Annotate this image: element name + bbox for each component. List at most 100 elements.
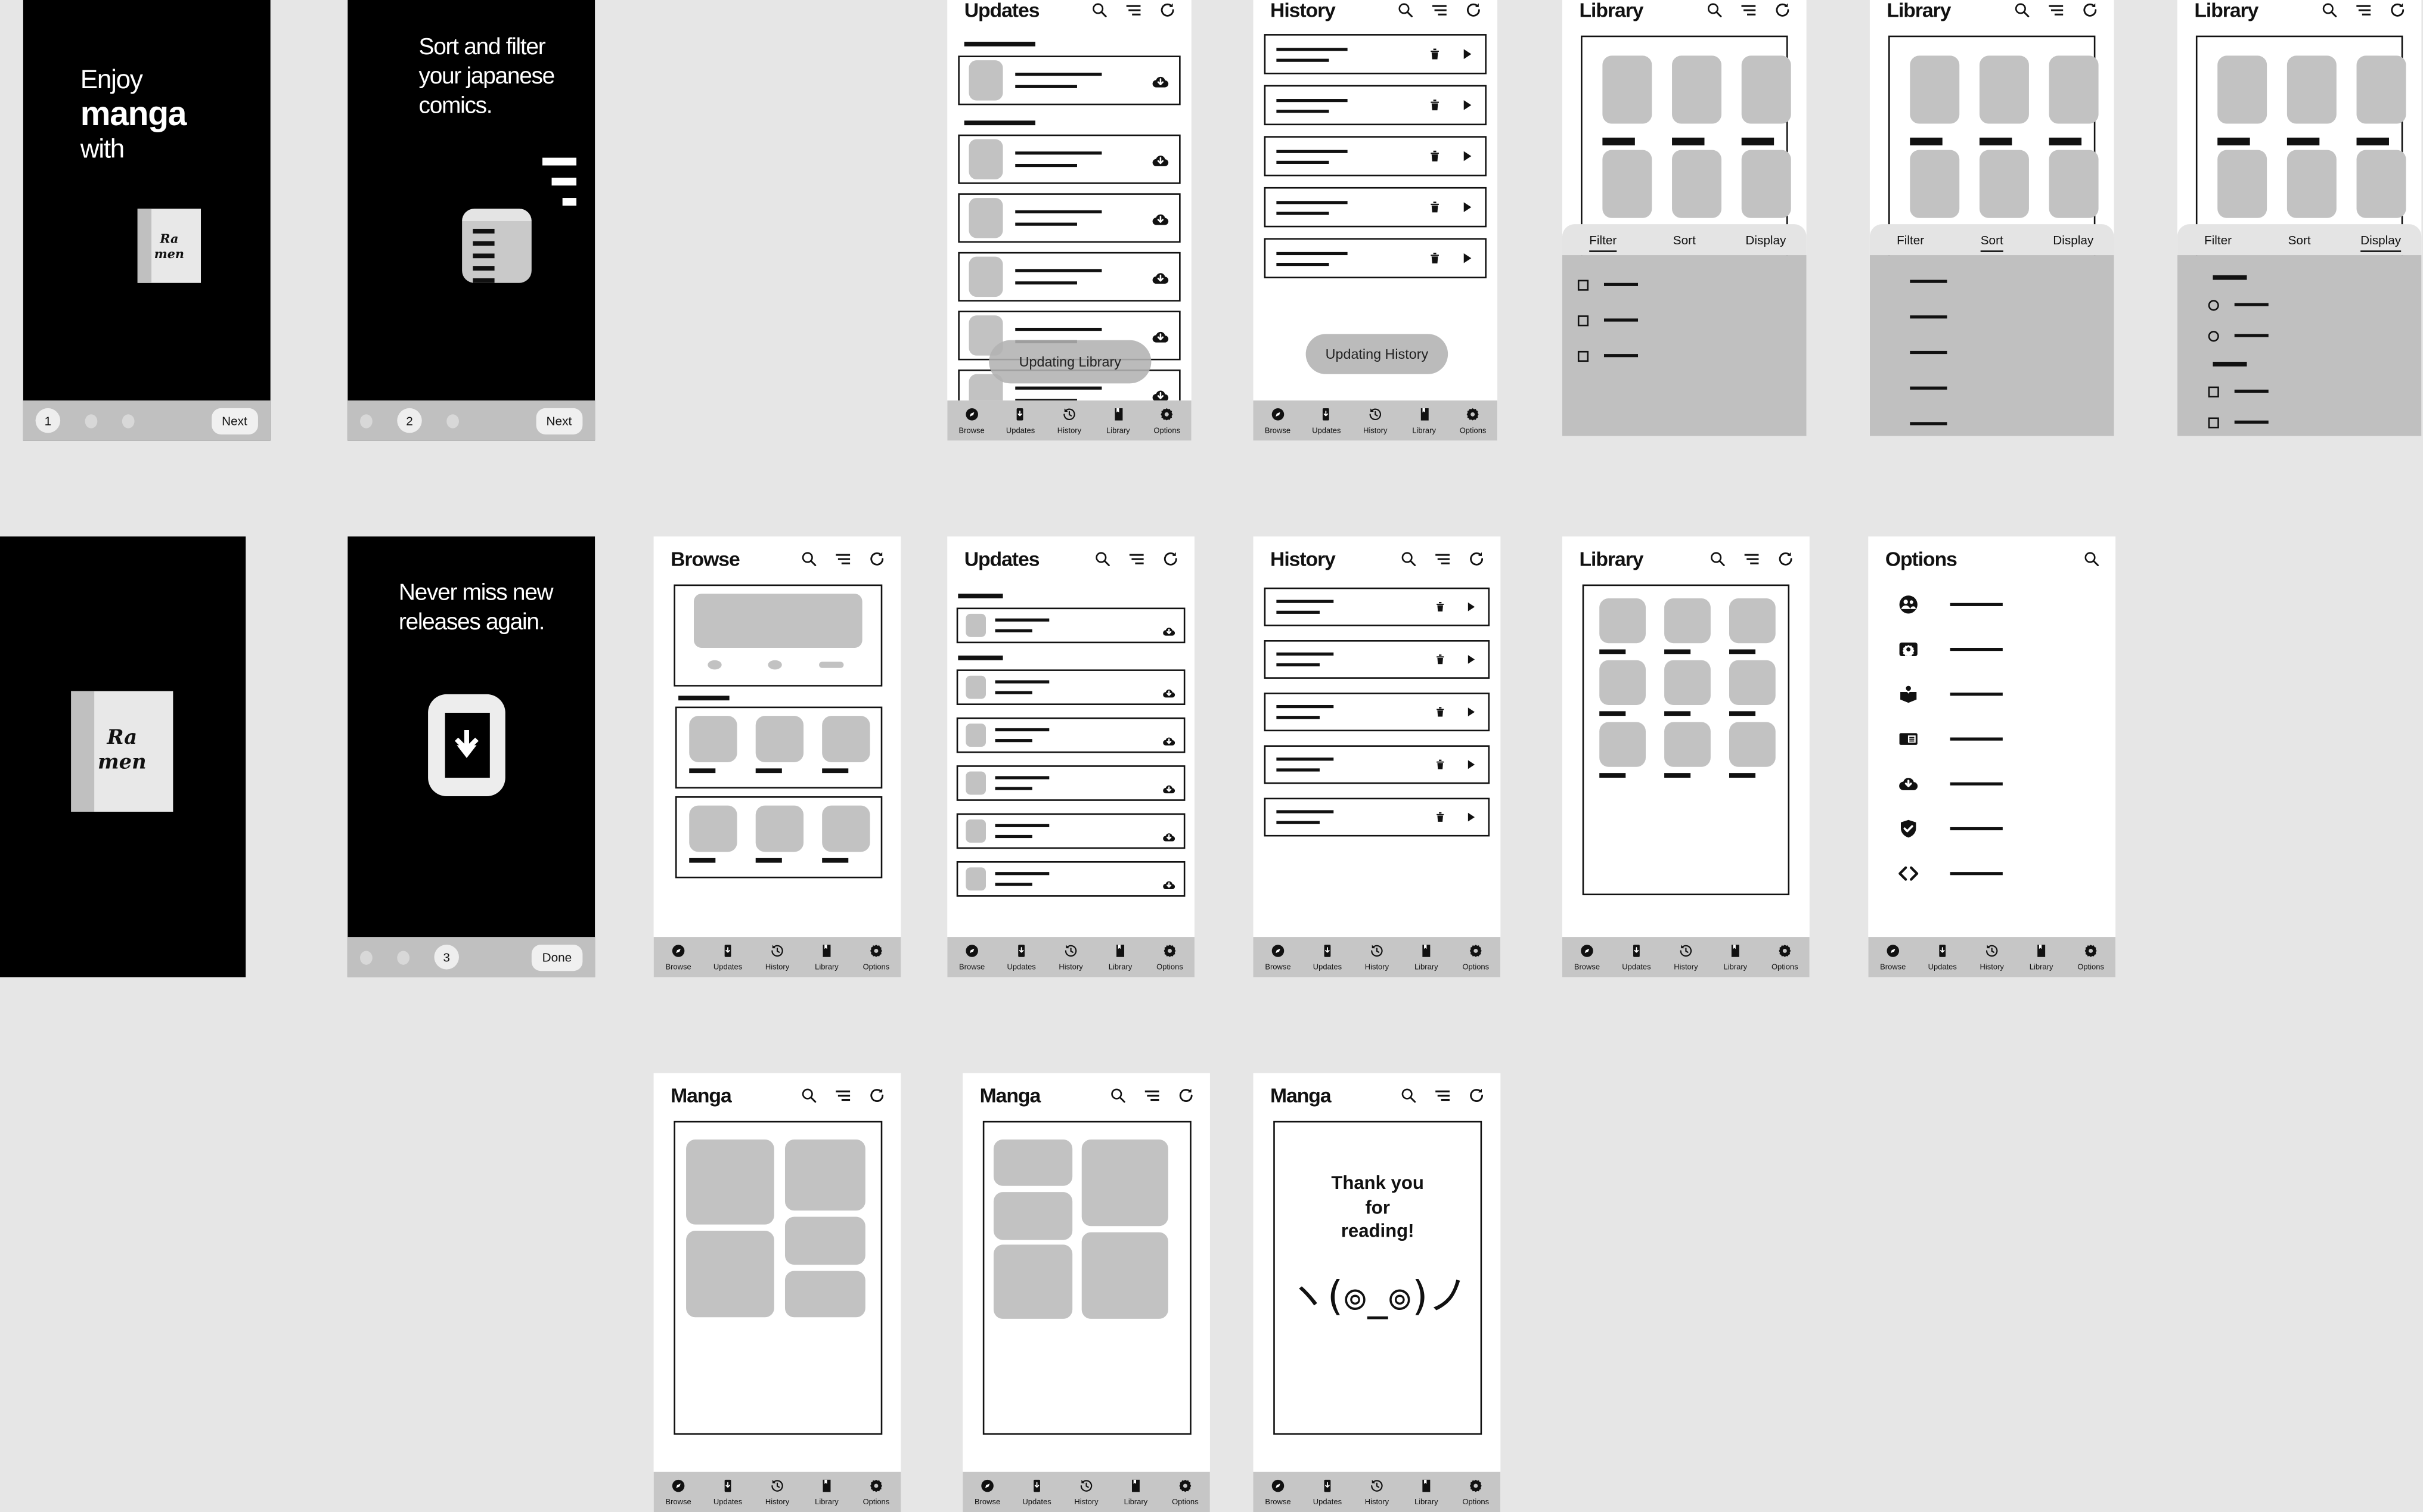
browse-item[interactable]	[822, 716, 870, 774]
next-button[interactable]: Next	[210, 407, 258, 434]
tab-library[interactable]: Library	[1094, 406, 1143, 435]
library-item[interactable]	[1910, 55, 1960, 145]
trash-icon[interactable]	[1434, 757, 1447, 771]
trash-icon[interactable]	[1434, 705, 1447, 719]
history-row[interactable]	[1264, 85, 1487, 126]
manga-page[interactable]	[674, 1120, 883, 1435]
cloud-download-icon[interactable]	[1162, 776, 1176, 794]
hero-image[interactable]	[694, 594, 863, 648]
tab-browse[interactable]: Browse	[1868, 942, 1918, 971]
browse-item[interactable]	[755, 805, 804, 863]
cloud-download-icon[interactable]	[1162, 824, 1176, 842]
radio-button[interactable]	[2208, 330, 2219, 341]
library-item[interactable]	[1664, 722, 1711, 778]
sort-option[interactable]	[1870, 416, 2114, 431]
checkbox[interactable]	[2208, 417, 2219, 428]
search-icon[interactable]	[801, 1086, 818, 1103]
tab-library[interactable]: Library	[1111, 1477, 1161, 1507]
tab-browse[interactable]: Browse	[963, 1477, 1012, 1507]
search-icon[interactable]	[1400, 1086, 1417, 1103]
tab-library[interactable]: Library	[1711, 942, 1760, 971]
sort-filter-icon[interactable]	[1434, 1086, 1451, 1103]
sort-filter-icon[interactable]	[834, 549, 852, 567]
update-row[interactable]	[958, 193, 1181, 243]
library-item[interactable]	[2287, 55, 2337, 145]
tab-history[interactable]: History	[1352, 942, 1401, 971]
trash-icon[interactable]	[1428, 97, 1441, 113]
radio-button[interactable]	[2208, 299, 2219, 311]
cloud-download-icon[interactable]	[1151, 268, 1169, 286]
refresh-icon[interactable]	[1777, 549, 1794, 567]
search-icon[interactable]	[801, 549, 818, 567]
manga-panel[interactable]	[784, 1271, 865, 1318]
filter-option[interactable]	[1562, 345, 1807, 367]
refresh-icon[interactable]	[1465, 1, 1482, 18]
page-dot-1[interactable]	[360, 413, 373, 428]
page-indicator-current[interactable]: 1	[35, 408, 61, 433]
search-icon[interactable]	[2083, 549, 2101, 567]
checkbox[interactable]	[2208, 386, 2219, 397]
page-dot-2[interactable]	[397, 950, 410, 964]
tab-options[interactable]: Options	[851, 942, 901, 971]
library-item[interactable]	[1602, 55, 1652, 145]
tab-history[interactable]: History	[753, 942, 802, 971]
sort-option[interactable]	[1870, 274, 2114, 289]
library-item[interactable]	[2049, 55, 2099, 145]
refresh-icon[interactable]	[1177, 1086, 1195, 1103]
tab-browse[interactable]: Browse	[947, 406, 996, 435]
library-item[interactable]	[1741, 55, 1791, 145]
search-icon[interactable]	[1709, 549, 1726, 567]
tab-updates[interactable]: Updates	[703, 942, 753, 971]
library-item[interactable]	[1979, 55, 2029, 145]
search-icon[interactable]	[1706, 1, 1723, 18]
sheet-tab-display[interactable]: Display	[2340, 232, 2422, 246]
sheet-tab-display[interactable]: Display	[1725, 232, 1807, 246]
history-row[interactable]	[1264, 587, 1490, 626]
update-row[interactable]	[958, 55, 1181, 105]
tab-updates[interactable]: Updates	[1302, 942, 1352, 971]
history-row[interactable]	[1264, 640, 1490, 679]
cloud-download-icon[interactable]	[1151, 385, 1169, 400]
page-dot-2[interactable]	[85, 413, 98, 428]
option-item-community[interactable]	[1868, 592, 2115, 617]
display-option[interactable]	[2177, 382, 2422, 400]
search-icon[interactable]	[1397, 1, 1414, 18]
history-row[interactable]	[1264, 797, 1490, 837]
library-item[interactable]	[1729, 722, 1776, 778]
sort-option[interactable]	[1870, 380, 2114, 396]
library-item[interactable]	[2217, 55, 2267, 145]
hero-carousel[interactable]	[674, 584, 883, 687]
update-row[interactable]	[956, 861, 1186, 897]
cloud-download-icon[interactable]	[1162, 728, 1176, 746]
tab-browse[interactable]: Browse	[1562, 942, 1612, 971]
sheet-tab-filter[interactable]: Filter	[1562, 232, 1644, 246]
next-button[interactable]: Next	[535, 407, 583, 434]
tab-browse[interactable]: Browse	[1253, 406, 1302, 435]
sheet-tab-filter[interactable]: Filter	[1870, 232, 1952, 246]
page-dot-1[interactable]	[360, 950, 373, 964]
tab-updates[interactable]: Updates	[1302, 1477, 1352, 1507]
history-row[interactable]	[1264, 136, 1487, 176]
sort-filter-icon[interactable]	[1434, 549, 1451, 567]
browse-item[interactable]	[755, 716, 804, 774]
tab-library[interactable]: Library	[2016, 942, 2066, 971]
tab-browse[interactable]: Browse	[1253, 942, 1302, 971]
library-item[interactable]	[1664, 598, 1711, 654]
tab-library[interactable]: Library	[1096, 942, 1145, 971]
tab-updates[interactable]: Updates	[1012, 1477, 1062, 1507]
refresh-icon[interactable]	[1468, 549, 1485, 567]
cloud-download-icon[interactable]	[1151, 71, 1169, 89]
tab-history[interactable]: History	[753, 1477, 802, 1507]
tab-options[interactable]: Options	[851, 1477, 901, 1507]
play-icon[interactable]	[1465, 810, 1478, 824]
tab-library[interactable]: Library	[802, 942, 851, 971]
option-item-article[interactable]	[1868, 726, 2115, 752]
history-row[interactable]	[1264, 693, 1490, 732]
manga-panel[interactable]	[993, 1192, 1073, 1240]
tab-library[interactable]: Library	[1400, 406, 1448, 435]
tab-options[interactable]: Options	[1145, 942, 1195, 971]
sheet-tab-sort[interactable]: Sort	[1951, 232, 2033, 246]
tab-updates[interactable]: Updates	[996, 406, 1045, 435]
trash-icon[interactable]	[1428, 148, 1441, 164]
tab-browse[interactable]: Browse	[654, 1477, 703, 1507]
